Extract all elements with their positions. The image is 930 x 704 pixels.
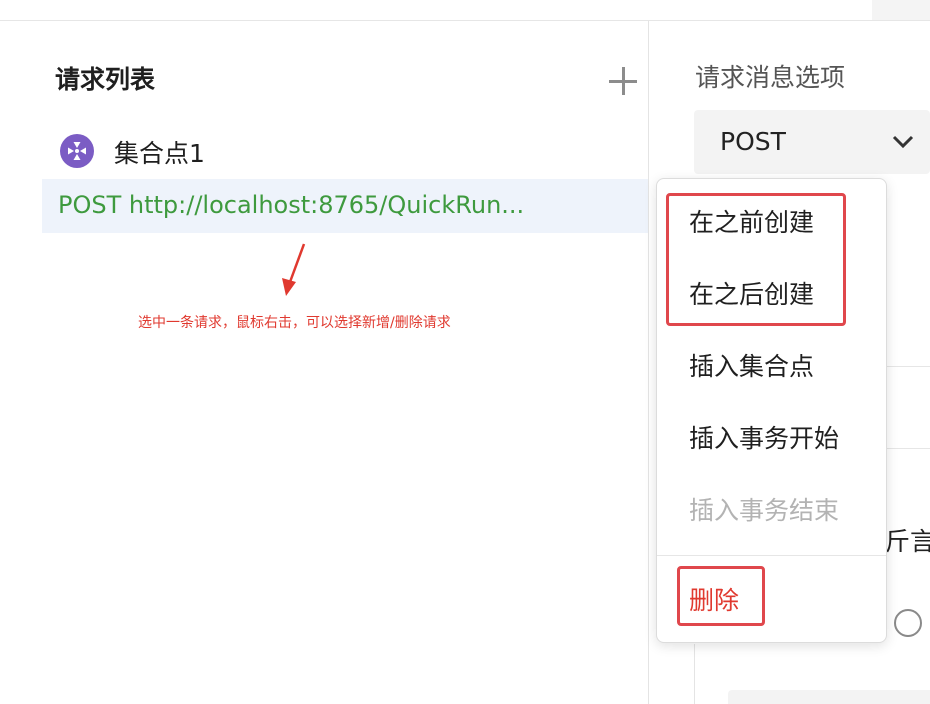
top-tab-fragment xyxy=(872,0,930,20)
menu-separator xyxy=(657,555,886,556)
panel-divider xyxy=(648,21,649,704)
chevron-down-icon xyxy=(892,135,914,149)
menu-item-create-after[interactable]: 在之后创建 xyxy=(689,275,814,311)
annotation-arrow-icon xyxy=(282,243,306,296)
add-request-button[interactable] xyxy=(608,66,638,96)
rendezvous-point-icon xyxy=(60,134,94,168)
partial-label: 斤言/ xyxy=(885,527,930,556)
menu-item-insert-transaction-end: 插入事务结束 xyxy=(689,496,840,525)
menu-item-delete[interactable]: 删除 xyxy=(689,581,739,617)
rendezvous-label: 集合点1 xyxy=(114,139,205,168)
request-list-panel xyxy=(0,21,648,704)
list-item-request-selected[interactable]: POST http://localhost:8765/QuickRun... xyxy=(42,179,648,233)
annotation-text: 选中一条请求，鼠标右击，可以选择新增/删除请求 xyxy=(138,315,451,331)
request-options-title: 请求消息选项 xyxy=(695,63,846,92)
method-select[interactable]: POST xyxy=(694,110,930,174)
background-input[interactable] xyxy=(728,690,930,704)
context-menu: 在之前创建 在之后创建 插入集合点 插入事务开始 插入事务结束 删除 xyxy=(656,178,887,643)
list-item-rendezvous[interactable]: 集合点1 xyxy=(42,126,648,176)
radio-button[interactable] xyxy=(894,609,922,637)
background-divider xyxy=(886,448,930,449)
menu-item-insert-transaction-start[interactable]: 插入事务开始 xyxy=(689,419,839,455)
menu-item-create-before[interactable]: 在之前创建 xyxy=(689,203,814,239)
background-divider xyxy=(886,366,930,367)
method-value: POST xyxy=(720,127,786,156)
menu-item-insert-rendezvous[interactable]: 插入集合点 xyxy=(689,347,814,383)
request-label: POST http://localhost:8765/QuickRun... xyxy=(58,191,525,219)
request-list-title: 请求列表 xyxy=(55,65,156,94)
